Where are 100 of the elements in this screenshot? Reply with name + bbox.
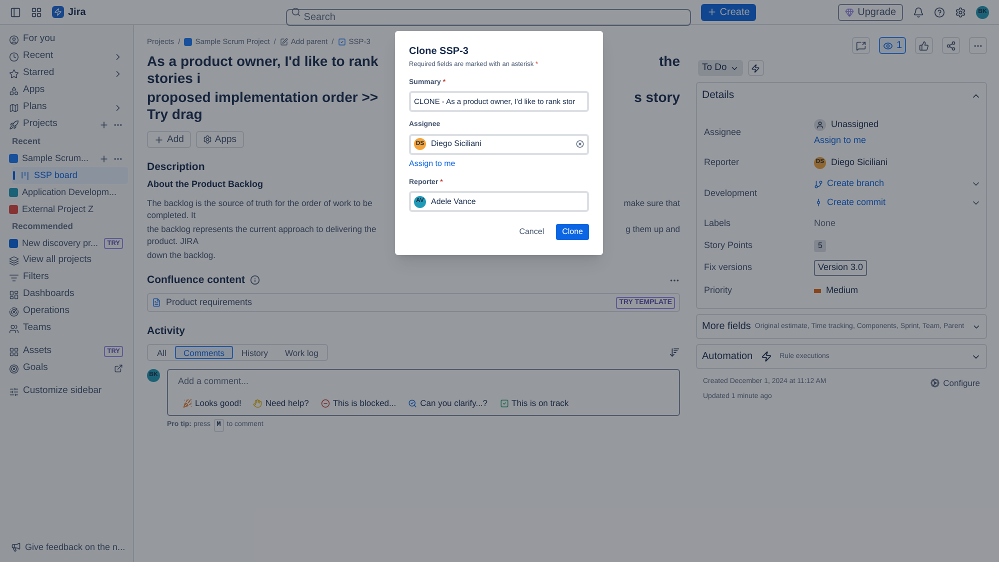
field-value: None <box>814 217 836 230</box>
quick-reply-button[interactable]: Need help? <box>253 396 309 410</box>
sidebar-item[interactable]: Sample Scrum... <box>0 150 128 167</box>
info-icon[interactable] <box>250 275 260 286</box>
sidebar-item[interactable]: Operations <box>0 303 128 320</box>
sidebar-label: New discovery pr... <box>22 236 100 250</box>
section-title: Description <box>147 160 205 176</box>
target-icon <box>9 364 19 374</box>
feedback-button[interactable] <box>852 37 870 54</box>
cancel-button[interactable]: Cancel <box>513 224 550 240</box>
sidebar-item[interactable]: Recent <box>0 48 128 65</box>
sidebar-label: For you <box>23 32 56 46</box>
sidebar-toggle-icon[interactable] <box>10 6 21 18</box>
app-switcher-icon[interactable] <box>31 6 42 18</box>
sidebar-item[interactable]: Teams <box>0 320 128 337</box>
filter-icon <box>9 272 19 282</box>
field-value: Diego Siciliani <box>431 138 482 150</box>
clone-button[interactable]: Clone <box>556 224 589 240</box>
comment-icon <box>856 40 866 50</box>
quick-reply-button[interactable]: This is on track <box>500 396 569 410</box>
sidebar-label: Goals <box>23 361 49 376</box>
help-icon[interactable] <box>934 6 945 18</box>
story-icon <box>338 38 346 46</box>
sidebar-item[interactable]: Filters <box>0 269 128 286</box>
magnifier-icon <box>408 398 418 408</box>
issue-title: s story <box>634 89 680 106</box>
sidebar-label: Customize sidebar <box>23 384 103 398</box>
gem-icon <box>844 8 854 16</box>
project-icon <box>184 38 192 46</box>
watch-button[interactable]: 1 <box>879 37 906 54</box>
sidebar-item[interactable]: View all projects <box>0 252 128 269</box>
automation-button[interactable] <box>748 60 764 76</box>
sidebar-item[interactable]: Goals <box>0 360 128 377</box>
eye-icon <box>883 40 894 50</box>
sidebar-item[interactable]: For you <box>0 31 128 48</box>
sidebar-label: Apps <box>23 83 46 98</box>
sidebar-item[interactable]: Dashboards <box>0 286 128 303</box>
dev-link[interactable]: Create branch <box>827 177 884 191</box>
field-label: Priority <box>704 284 732 297</box>
activity-tab[interactable]: All <box>149 346 174 359</box>
party-popper-icon <box>183 398 192 408</box>
activity-tab[interactable]: Comments <box>175 346 233 359</box>
quick-reply-button[interactable]: This is blocked... <box>320 396 396 410</box>
field-label: Story Points <box>704 238 753 252</box>
assign-to-me-link[interactable]: Assign to me <box>409 158 456 170</box>
thumbs-up-icon <box>919 40 929 50</box>
commit-icon <box>814 198 823 207</box>
add-icon[interactable] <box>99 154 109 164</box>
section-title: Confluence content <box>147 272 246 288</box>
settings-icon[interactable] <box>955 6 966 18</box>
sort-icon[interactable] <box>669 347 680 358</box>
comment-box[interactable]: Add a comment... Looks good! Need help? This is blocked... Can you clarify...? This is on track <box>167 369 680 416</box>
card-title: Details <box>702 88 734 103</box>
search-field[interactable]: Search <box>286 8 691 26</box>
sidebar-item[interactable]: Starred <box>0 65 128 82</box>
card-title: Automation <box>702 350 753 364</box>
notifications-icon[interactable] <box>913 6 924 18</box>
share-button[interactable] <box>942 37 960 54</box>
hand-icon <box>253 398 262 408</box>
priority-value: Medium <box>826 284 858 297</box>
quick-reply-button[interactable]: Looks good! <box>183 396 242 410</box>
feedback-link[interactable]: Give feedback on the n... <box>25 540 126 554</box>
configure-button[interactable]: Configure <box>930 377 980 390</box>
jira-logo-icon <box>52 6 64 18</box>
sidebar-heading: Recent <box>11 135 42 148</box>
page-icon <box>152 298 161 308</box>
map-icon <box>9 102 19 112</box>
user-icon <box>9 34 19 44</box>
add-button[interactable]: Add <box>147 131 191 148</box>
star-icon <box>9 68 19 78</box>
dashboard-icon <box>9 290 19 300</box>
clear-icon[interactable] <box>576 140 584 148</box>
assign-to-me-link[interactable]: Assign to me <box>814 134 866 148</box>
sidebar-item[interactable]: Application Developm... <box>0 184 128 201</box>
section-title: Activity <box>147 324 185 340</box>
sidebar-label: View all projects <box>23 253 92 268</box>
sidebar-item[interactable]: Apps <box>0 82 128 99</box>
quick-reply-button[interactable]: Can you clarify...? <box>408 396 488 410</box>
activity-tab[interactable]: Work log <box>277 346 326 359</box>
card-title: More fields <box>702 320 751 334</box>
status-dropdown[interactable]: To Do <box>698 60 743 76</box>
sidebar-item[interactable]: External Project Z <box>0 201 128 218</box>
create-button[interactable]: Create <box>700 4 756 20</box>
confluence-page-title: Product requirements <box>166 296 254 309</box>
edit-icon <box>280 38 288 46</box>
sidebar-item[interactable]: Projects <box>0 116 128 133</box>
add-icon[interactable] <box>99 120 109 130</box>
external-link-icon <box>114 364 123 373</box>
upgrade-button[interactable]: Upgrade <box>838 4 903 20</box>
shapes-icon <box>9 86 19 96</box>
comment-input[interactable]: Add a comment... <box>178 375 669 389</box>
activity-tab[interactable]: History <box>234 346 276 359</box>
like-button[interactable] <box>915 37 933 54</box>
apps-button[interactable]: Apps <box>196 131 244 148</box>
sidebar-item[interactable]: SSP board <box>12 167 128 184</box>
description-subtitle: About the Product Backlog <box>147 178 264 191</box>
sidebar-item[interactable]: Customize sidebar <box>0 383 128 400</box>
sidebar-label: Filters <box>23 270 50 284</box>
sidebar-item[interactable]: Plans <box>0 99 128 116</box>
dev-link[interactable]: Create commit <box>827 196 886 210</box>
